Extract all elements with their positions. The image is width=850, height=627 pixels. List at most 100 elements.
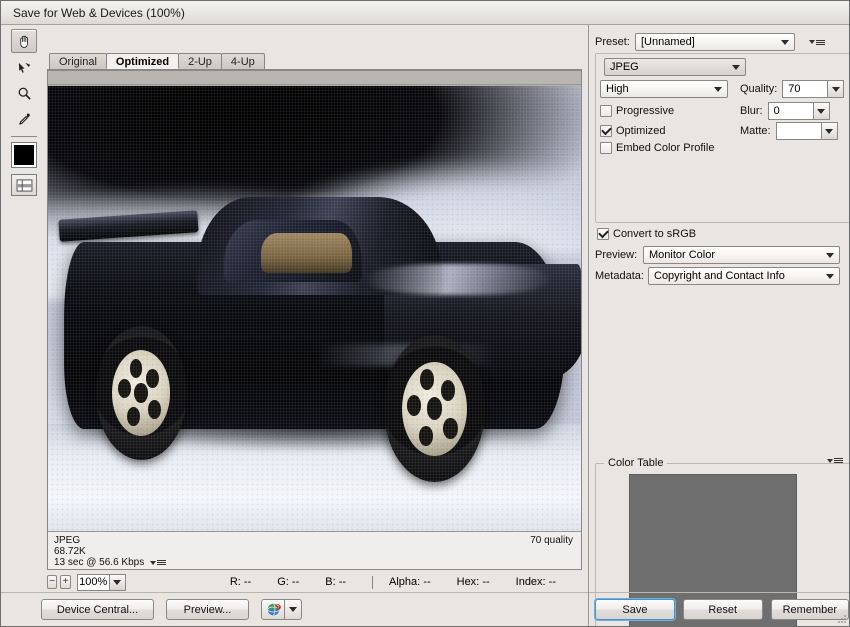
preview-browser-button[interactable]: ? <box>261 599 285 620</box>
eyedropper-icon <box>18 113 30 125</box>
car-subject <box>48 86 581 531</box>
swatch-fill <box>14 145 34 165</box>
slice-select-tool[interactable] <box>11 55 37 79</box>
preview-button[interactable]: Preview... <box>166 599 249 620</box>
reset-button[interactable]: Reset <box>682 599 763 620</box>
progressive-checkbox-row[interactable]: Progressive <box>600 105 728 117</box>
optimized-image-preview[interactable] <box>48 86 581 531</box>
eyedropper-color-swatch[interactable] <box>11 142 37 168</box>
car-rear-wheel <box>95 326 187 460</box>
tab-optimized[interactable]: Optimized <box>105 53 180 69</box>
metadata-row: Metadata: Copyright and Contact Info <box>595 267 843 285</box>
readout-b-label: B: <box>325 576 336 588</box>
car-rear-wing <box>58 210 198 243</box>
matte-color-picker[interactable] <box>775 122 838 140</box>
tab-4-up[interactable]: 4-Up <box>220 53 265 69</box>
optimized-info-bar: JPEG 68.72K 13 sec @ 56.6 Kbps 70 qualit… <box>48 531 581 569</box>
convert-to-srgb-checkbox[interactable] <box>597 228 609 240</box>
slices-visibility-icon <box>16 178 32 192</box>
save-for-web-dialog: Save for Web & Devices (100%) Original O… <box>0 0 850 627</box>
color-table-title: Color Table <box>604 457 668 469</box>
metadata-select[interactable]: Copyright and Contact Info <box>648 267 840 285</box>
device-central-button[interactable]: Device Central... <box>41 599 154 620</box>
eyedropper-tool[interactable] <box>11 107 37 131</box>
chevron-down-icon <box>732 65 740 70</box>
tab-2-up[interactable]: 2-Up <box>178 53 222 69</box>
readout-hex: Hex: -- <box>457 576 490 588</box>
preview-color-value: Monitor Color <box>649 249 716 261</box>
convert-srgb-row: Convert to sRGB <box>597 228 843 240</box>
tool-strip <box>7 29 41 196</box>
chevron-down-icon <box>826 274 834 279</box>
hand-tool[interactable] <box>11 29 37 53</box>
readout-g-value: -- <box>291 576 300 588</box>
preview-color-select[interactable]: Monitor Color <box>643 246 840 264</box>
convert-srgb-checkbox-row[interactable]: Convert to sRGB <box>597 228 696 240</box>
car-front-wheel <box>383 335 486 483</box>
toolbar-divider <box>11 136 37 137</box>
color-readouts: R: -- G: -- B: -- Alpha: -- Hex: -- Inde… <box>230 575 582 589</box>
quality-label: Quality: <box>740 83 778 95</box>
metadata-value: Copyright and Contact Info <box>654 270 785 282</box>
optimized-row: Optimized Matte: <box>600 122 848 140</box>
tab-original[interactable]: Original <box>49 53 107 69</box>
color-table-flyout-menu-icon[interactable] <box>824 458 846 463</box>
convert-to-srgb-label: Convert to sRGB <box>613 228 697 240</box>
svg-text:?: ? <box>276 605 279 611</box>
canvas-top-strip <box>48 71 581 85</box>
matte-dropdown-arrow[interactable] <box>820 123 837 139</box>
blur-spinner[interactable]: 0 <box>767 102 830 120</box>
optimized-checkbox-row[interactable]: Optimized <box>600 125 728 137</box>
progressive-checkbox[interactable] <box>600 105 612 117</box>
zoom-level-combobox[interactable]: 100% <box>76 573 126 591</box>
file-format-select[interactable]: JPEG <box>604 58 746 76</box>
embed-profile-checkbox-row[interactable]: Embed Color Profile <box>600 142 714 154</box>
readout-r: R: -- <box>230 576 251 588</box>
resize-grip[interactable] <box>837 614 847 624</box>
compression-quality-value: High <box>606 83 629 95</box>
preview-browser-dropdown-button[interactable] <box>285 599 302 620</box>
readout-g-label: G: <box>277 576 289 588</box>
embed-color-profile-checkbox[interactable] <box>600 142 612 154</box>
zoom-out-button[interactable]: − <box>47 575 58 589</box>
preview-color-label: Preview: <box>595 249 638 261</box>
zoom-level-value: 100% <box>79 576 108 588</box>
compression-row: High Quality: 70 <box>600 80 848 98</box>
preview-color-row: Preview: Monitor Color <box>595 246 843 264</box>
embed-profile-row: Embed Color Profile <box>600 142 714 154</box>
toggle-slices-visibility-button[interactable] <box>11 174 37 196</box>
optimized-checkbox[interactable] <box>600 125 612 137</box>
car-interior <box>261 232 352 273</box>
preset-row: Preset: [Unnamed] <box>595 33 843 51</box>
status-bar: − + 100% R: -- G: -- B: -- Alpha: -- Hex… <box>47 572 582 592</box>
zoom-tool[interactable] <box>11 81 37 105</box>
save-button[interactable]: Save <box>595 599 675 620</box>
preset-flyout-menu-icon[interactable] <box>809 39 825 45</box>
info-format: JPEG <box>54 535 81 546</box>
quality-dropdown-arrow[interactable] <box>827 81 844 97</box>
compression-quality-select[interactable]: High <box>600 80 728 98</box>
zoom-in-button[interactable]: + <box>60 575 71 589</box>
readout-b-value: -- <box>338 576 347 588</box>
blur-dropdown-arrow[interactable] <box>812 103 829 119</box>
preset-select[interactable]: [Unnamed] <box>635 33 795 51</box>
info-download-time: 13 sec @ 56.6 Kbps <box>54 557 145 568</box>
readout-alpha-value: -- <box>423 576 431 588</box>
info-flyout-menu-icon[interactable] <box>150 560 167 565</box>
readout-alpha: Alpha: -- <box>389 576 431 588</box>
settings-pane: Preset: [Unnamed] JPEG High Quality: 70 … <box>589 25 849 626</box>
readout-index: Index: -- <box>516 576 556 588</box>
car-hood-highlight <box>367 264 550 296</box>
preset-label: Preset: <box>595 36 630 48</box>
chevron-down-icon <box>714 87 722 92</box>
readout-r-value: -- <box>243 576 252 588</box>
quality-spinner[interactable]: 70 <box>782 80 845 98</box>
zoom-level-dropdown-arrow[interactable] <box>108 574 125 590</box>
preset-value: [Unnamed] <box>641 36 695 48</box>
readout-b: B: -- <box>325 576 346 588</box>
blur-label: Blur: <box>740 105 763 117</box>
left-pane: Original Optimized 2-Up 4-Up JPEG 68.72K… <box>1 25 589 626</box>
file-format-value: JPEG <box>610 61 639 73</box>
preview-tabs: Original Optimized 2-Up 4-Up <box>47 53 582 70</box>
readout-alpha-label: Alpha: <box>389 576 421 588</box>
